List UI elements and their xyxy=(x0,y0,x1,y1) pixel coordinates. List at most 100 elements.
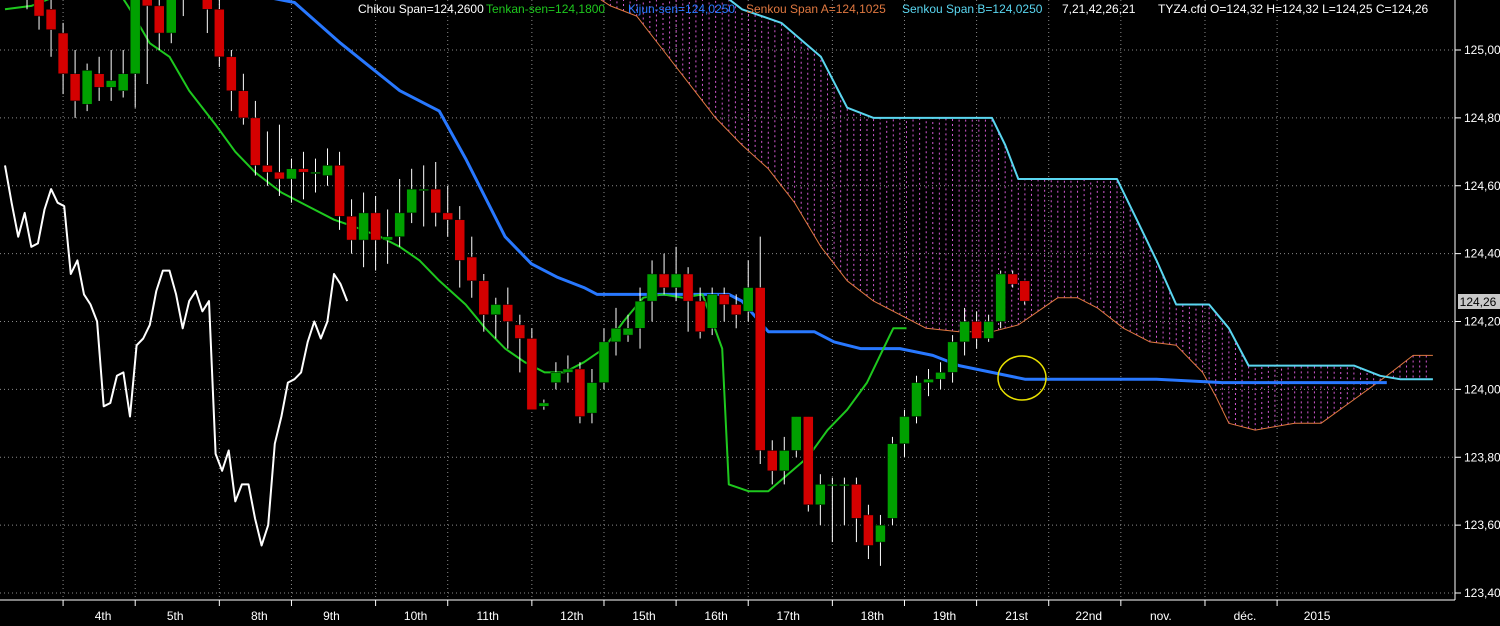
candle-body xyxy=(466,256,478,282)
candle-body xyxy=(767,450,778,472)
candle-body xyxy=(526,338,538,410)
candle-body xyxy=(634,300,646,329)
candle-body xyxy=(971,321,982,339)
candle-body xyxy=(550,372,562,383)
candle-body xyxy=(935,372,946,380)
candle-body xyxy=(851,484,862,519)
x-tick-label: 10th xyxy=(404,609,427,623)
candle-body xyxy=(394,212,405,237)
y-tick-label: 123,80 xyxy=(1464,450,1500,464)
candle-body xyxy=(983,321,994,339)
y-tick-label: 124,40 xyxy=(1464,247,1500,261)
x-tick-label: 9th xyxy=(323,609,340,623)
candle-body xyxy=(69,73,81,102)
candle-body xyxy=(358,212,369,241)
candle-body xyxy=(478,280,490,315)
candle-body xyxy=(430,188,441,214)
candle-body xyxy=(322,165,333,176)
candle-body xyxy=(959,321,970,343)
y-tick-label: 124,20 xyxy=(1464,315,1500,329)
candle-body xyxy=(202,0,213,10)
x-tick-label: 11th xyxy=(476,609,498,623)
y-axis-ticks: 125,00 124,80 124,60 124,40 124,20 124,00 123,… xyxy=(1455,43,1500,600)
candle-body xyxy=(622,328,634,336)
candle-body xyxy=(899,416,910,444)
candle-body xyxy=(911,382,922,417)
candle-body xyxy=(779,450,790,472)
senkou-a-readout: Senkou Span A=124,1025 xyxy=(746,2,886,16)
current-price-marker: 124,26 xyxy=(1458,294,1500,309)
x-axis-ticks: 4th 5th 8th 9th 10th 11th 12th 15th 16th 17th 18th… xyxy=(62,600,1331,623)
candle-body xyxy=(33,0,45,17)
x-tick-label: 17th xyxy=(777,609,800,623)
candle-body xyxy=(406,188,417,214)
candle-body xyxy=(706,294,718,329)
candle-body xyxy=(887,443,898,519)
candle-body xyxy=(754,287,766,451)
senkou-b-readout: Senkou Span B=124,0250 xyxy=(902,2,1043,16)
candle-body xyxy=(875,524,886,543)
candle-body xyxy=(442,212,453,220)
tenkan-readout: Tenkan-sen=124,1800 xyxy=(486,2,605,16)
candle-body xyxy=(105,80,117,88)
candle-body xyxy=(658,273,670,288)
candle-body xyxy=(250,117,261,166)
candle-body xyxy=(502,304,514,322)
candle-body xyxy=(682,273,694,302)
candle-body xyxy=(274,171,285,180)
x-tick-label: 8th xyxy=(251,609,268,623)
y-tick-label: 123,40 xyxy=(1464,586,1500,600)
y-tick-label: 124,00 xyxy=(1464,382,1500,396)
candle-body xyxy=(815,484,826,506)
candle-body xyxy=(670,273,682,288)
candle-body xyxy=(166,0,177,34)
candle-body xyxy=(742,287,754,312)
x-tick-label: 4th xyxy=(95,609,112,623)
candle-body xyxy=(346,216,357,241)
chikou-line xyxy=(4,165,349,547)
x-tick-label: déc. xyxy=(1234,609,1257,623)
current-price-label: 124,26 xyxy=(1460,295,1497,309)
x-tick-label: 15th xyxy=(632,609,655,623)
x-tick-label: 16th xyxy=(704,609,727,623)
candle-body xyxy=(586,382,598,414)
candle-body xyxy=(310,171,321,174)
candle-body xyxy=(863,514,874,546)
candle-body xyxy=(598,341,610,383)
candle-body xyxy=(93,73,105,88)
candle-body xyxy=(370,212,381,241)
kijun-readout: Kijun-sen=124,0250 xyxy=(628,2,735,16)
candle-body xyxy=(334,165,345,217)
x-tick-label: 5th xyxy=(167,609,184,623)
candle-body xyxy=(382,236,393,241)
header-legend: Chikou Span=124,2600 Tenkan-sen=124,1800… xyxy=(358,2,1429,16)
candle-body xyxy=(839,484,850,487)
candle-body xyxy=(995,273,1006,322)
x-tick-label: 2015 xyxy=(1304,609,1331,623)
candle-body xyxy=(827,484,838,487)
chikou-readout: Chikou Span=124,2600 xyxy=(358,2,484,16)
candle-body xyxy=(610,328,622,343)
candle-body xyxy=(694,300,706,332)
candles xyxy=(26,0,1030,566)
x-tick-label: 18th xyxy=(861,609,884,623)
candle-body xyxy=(57,32,69,75)
candle-body xyxy=(574,368,586,417)
candle-body xyxy=(238,90,249,119)
y-tick-label: 124,80 xyxy=(1464,111,1500,125)
candle-body xyxy=(803,416,814,506)
candle-body xyxy=(45,9,57,30)
candle-body xyxy=(562,368,574,373)
y-tick-label: 123,60 xyxy=(1464,518,1500,532)
y-tick-label: 124,60 xyxy=(1464,179,1500,193)
ichimoku-chart: 125,00 124,80 124,60 124,40 124,20 124,00 123,… xyxy=(0,0,1500,623)
candle-body xyxy=(226,56,237,91)
candle-body xyxy=(718,294,730,305)
candle-body xyxy=(923,378,934,383)
candle-body xyxy=(947,341,958,373)
candle-body xyxy=(298,168,309,173)
candle-body xyxy=(81,70,93,105)
candle-body xyxy=(730,304,742,315)
candle-body xyxy=(454,219,465,261)
candle-body xyxy=(129,0,141,75)
